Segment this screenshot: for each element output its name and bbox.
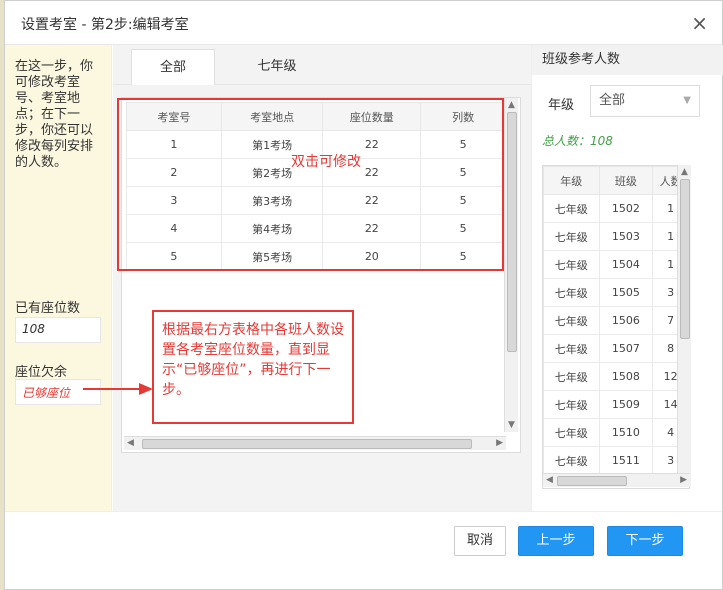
chevron-down-icon: ▼	[683, 95, 691, 106]
class-cell: 1503	[598, 222, 654, 251]
grade-cell: 七年级	[543, 250, 600, 279]
grade-cell: 七年级	[543, 222, 600, 251]
prev-step-button[interactable]: 上一步	[518, 526, 594, 556]
scroll-right-icon[interactable]: ▶	[496, 438, 503, 448]
grade-select[interactable]: 全部 ▼	[590, 85, 700, 117]
double-click-hint: 双击可修改	[291, 154, 361, 170]
table-row[interactable]: 七年级 1502 1	[543, 194, 689, 223]
rooms-vertical-scrollbar[interactable]: ▲ ▼	[504, 98, 518, 432]
total-students: 总人数：108	[542, 134, 613, 148]
table-row[interactable]: 七年级 1508 12	[543, 362, 689, 391]
grade-filter-label: 年级	[548, 98, 575, 113]
tip-panel: 在这一步，你可修改考室号、考室地点；在下一步，你还可以修改每列安排的人数。 已有…	[5, 45, 112, 511]
grade-cell: 七年级	[543, 418, 600, 447]
grade-select-value: 全部	[599, 93, 626, 108]
class-count-panel: 班级参考人数 年级 全部 ▼ 总人数：108 年级 班级 人数 七年级 1502 1…	[531, 45, 723, 511]
table-row[interactable]: 七年级 1504 1	[543, 250, 689, 279]
class-cell: 1510	[598, 418, 654, 447]
dialog-footer: 取消 上一步 下一步	[5, 511, 722, 589]
grade-tabs: 全部 七年级	[113, 45, 531, 85]
class-cell: 1508	[598, 362, 654, 391]
grade-cell: 七年级	[543, 334, 600, 363]
class-cell: 1511	[598, 446, 654, 475]
class-cell: 1507	[598, 334, 654, 363]
class-horizontal-scrollbar[interactable]: ◀ ▶	[543, 473, 690, 487]
cancel-button[interactable]: 取消	[454, 526, 506, 556]
class-cell: 1506	[598, 306, 654, 335]
class-count-title: 班级参考人数	[532, 45, 723, 75]
callout-arrow-icon	[83, 383, 153, 395]
vertical-scroll-thumb[interactable]	[507, 112, 517, 352]
scroll-up-icon[interactable]: ▲	[508, 100, 515, 110]
dialog-title: 设置考室 - 第2步:编辑考室	[21, 17, 189, 33]
class-header-row: 年级 班级 人数	[543, 166, 689, 195]
vertical-scroll-thumb[interactable]	[680, 179, 690, 339]
seat-shortage-label: 座位欠余	[15, 365, 68, 380]
class-cell: 1509	[598, 390, 654, 419]
class-cell: 1504	[598, 250, 654, 279]
scroll-down-icon[interactable]: ▼	[508, 420, 515, 430]
tip-text: 在这一步，你可修改考室号、考室地点；在下一步，你还可以修改每列安排的人数。	[15, 59, 94, 170]
class-cell: 1505	[598, 278, 654, 307]
grade-cell: 七年级	[543, 194, 600, 223]
scroll-left-icon[interactable]: ◀	[546, 475, 553, 485]
horizontal-scroll-thumb[interactable]	[557, 476, 627, 486]
class-vertical-scrollbar[interactable]: ▲	[677, 165, 691, 487]
table-row[interactable]: 七年级 1510 4	[543, 418, 689, 447]
class-count-grid: 年级 班级 人数 七年级 1502 1 七年级 1503 1 七年级 1504 1 七年级 1…	[542, 165, 690, 489]
edit-rooms-dialog: 设置考室 - 第2步:编辑考室 × 在这一步，你可修改考室号、考室地点；在下一步…	[4, 0, 723, 590]
grade-cell: 七年级	[543, 306, 600, 335]
tab-all[interactable]: 全部	[131, 49, 215, 85]
table-row[interactable]: 七年级 1503 1	[543, 222, 689, 251]
existing-seats-label: 已有座位数	[15, 301, 81, 316]
close-icon[interactable]: ×	[691, 11, 708, 35]
col-class[interactable]: 班级	[598, 166, 654, 195]
table-row[interactable]: 七年级 1509 14	[543, 390, 689, 419]
tab-grade7[interactable]: 七年级	[235, 49, 319, 85]
grade-cell: 七年级	[543, 362, 600, 391]
existing-seats-value: 108	[15, 317, 101, 343]
grade-cell: 七年级	[543, 446, 600, 475]
class-cell: 1502	[598, 194, 654, 223]
class-count-table: 年级 班级 人数 七年级 1502 1 七年级 1503 1 七年级 1504 1 七年级 1…	[543, 166, 689, 475]
instruction-callout-text: 根据最右方表格中各班人数设置各考室座位数量，直到显示“已够座位”，再进行下一步。	[154, 312, 352, 408]
editable-grid-highlight	[117, 98, 504, 271]
rooms-horizontal-scrollbar[interactable]: ◀ ▶	[124, 436, 506, 450]
grade-cell: 七年级	[543, 278, 600, 307]
grade-cell: 七年级	[543, 390, 600, 419]
scroll-left-icon[interactable]: ◀	[127, 438, 134, 448]
table-row[interactable]: 七年级 1506 7	[543, 306, 689, 335]
scroll-up-icon[interactable]: ▲	[681, 167, 688, 177]
table-row[interactable]: 七年级 1505 3	[543, 278, 689, 307]
col-grade[interactable]: 年级	[543, 166, 600, 195]
dialog-titlebar: 设置考室 - 第2步:编辑考室 ×	[5, 1, 722, 45]
table-row[interactable]: 七年级 1511 3	[543, 446, 689, 475]
table-row[interactable]: 七年级 1507 8	[543, 334, 689, 363]
scroll-right-icon[interactable]: ▶	[680, 475, 687, 485]
next-step-button[interactable]: 下一步	[607, 526, 683, 556]
horizontal-scroll-thumb[interactable]	[142, 439, 472, 449]
